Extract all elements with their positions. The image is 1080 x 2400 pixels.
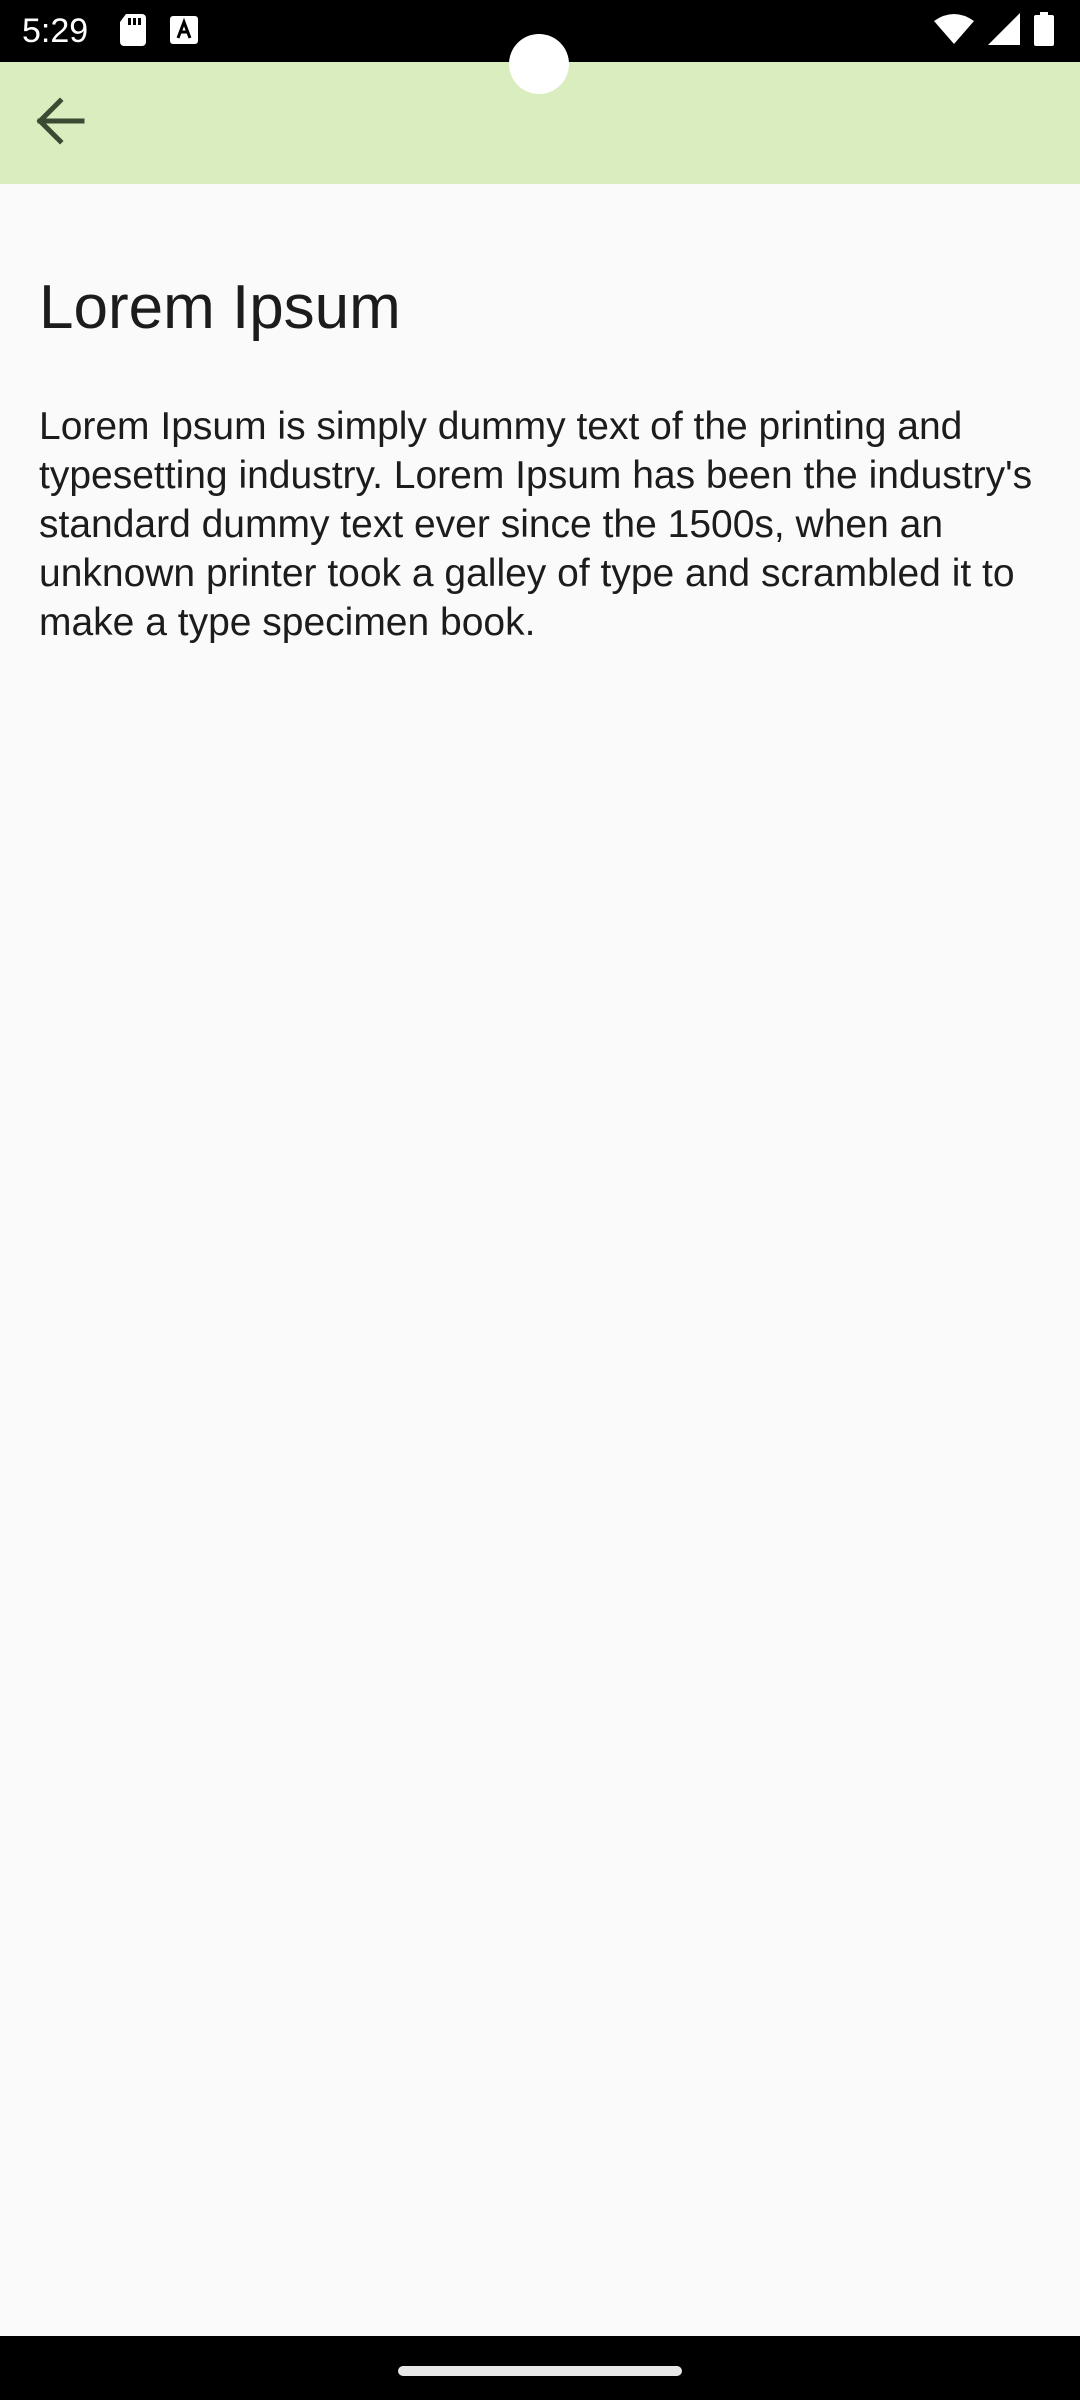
content-area: Lorem Ipsum Lorem Ipsum is simply dummy … xyxy=(39,184,1049,647)
status-right-icons xyxy=(934,12,1054,51)
cell-signal-icon xyxy=(988,13,1020,50)
sd-card-icon xyxy=(120,14,146,51)
battery-icon xyxy=(1034,12,1054,51)
camera-cutout xyxy=(509,34,569,94)
status-left-icons xyxy=(120,14,198,51)
text-a-icon xyxy=(170,16,198,49)
arrow-back-icon xyxy=(32,93,88,154)
body-text: Lorem Ipsum is simply dummy text of the … xyxy=(39,405,1033,644)
back-button[interactable] xyxy=(20,83,100,163)
home-gesture-handle[interactable] xyxy=(398,2366,682,2376)
status-time: 5:29 xyxy=(22,12,89,50)
wifi-icon xyxy=(934,13,974,50)
navigation-bar xyxy=(0,2336,1080,2400)
page-title: Lorem Ipsum xyxy=(39,273,401,342)
